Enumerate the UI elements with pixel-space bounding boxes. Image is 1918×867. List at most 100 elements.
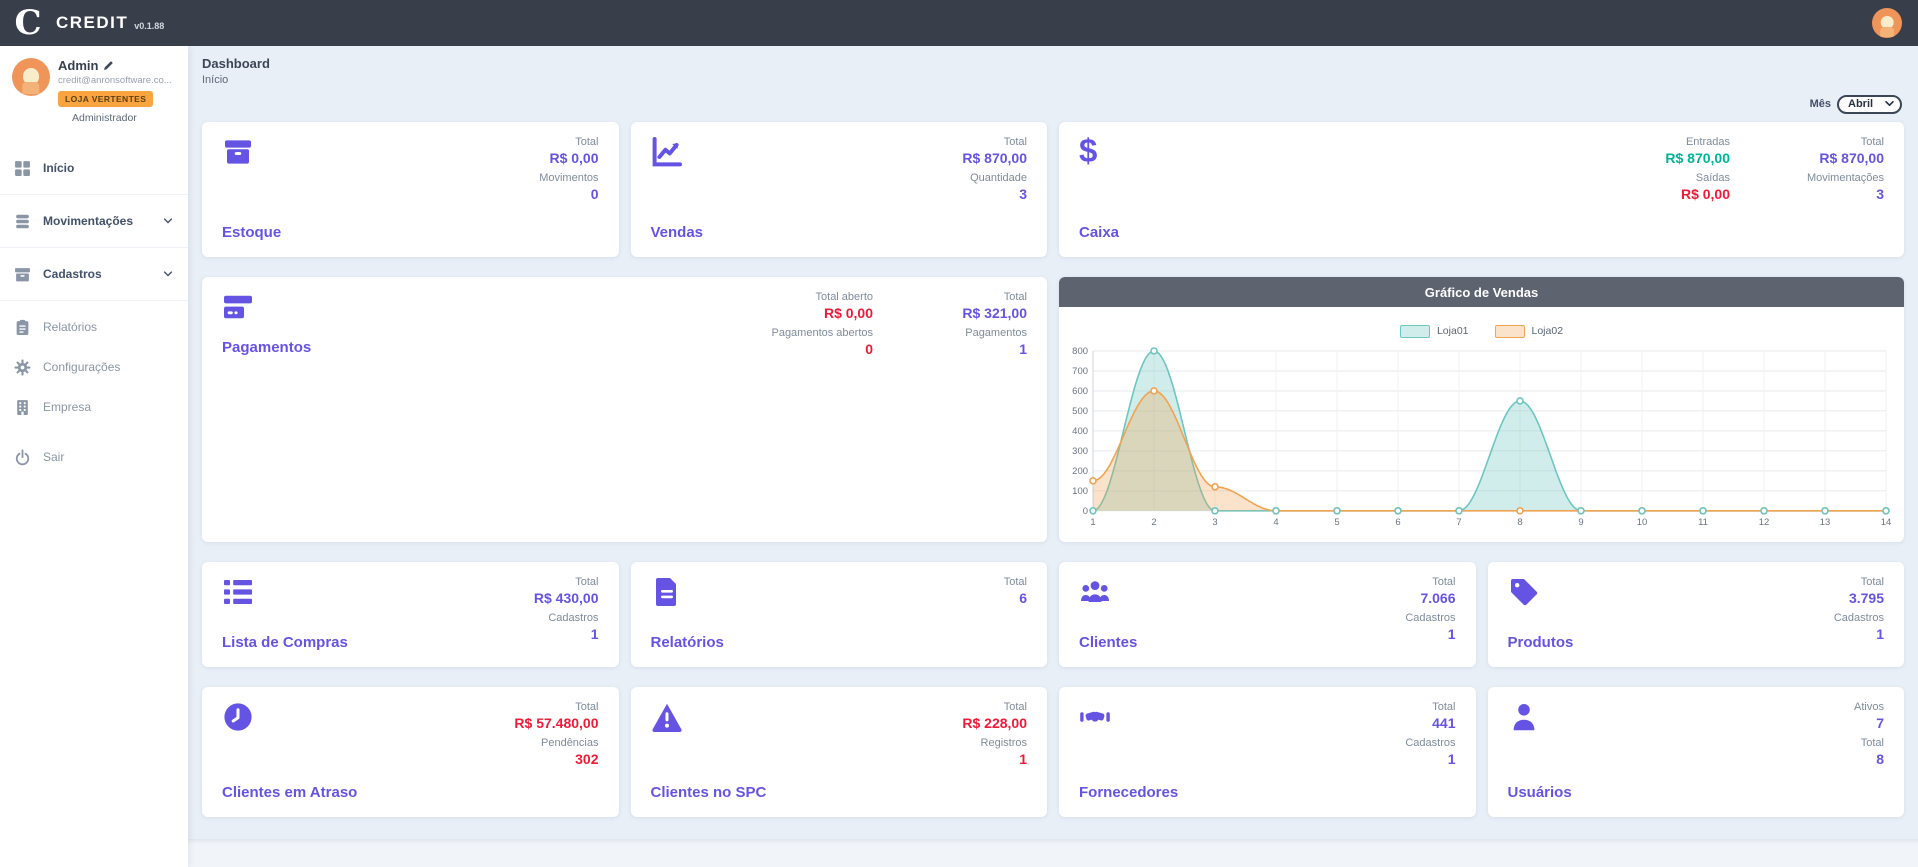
document-icon xyxy=(651,576,691,610)
breadcrumb-block: Dashboard Início xyxy=(188,46,1918,86)
sidebar-item-label: Sair xyxy=(43,450,64,464)
user-avatar[interactable] xyxy=(1872,8,1902,38)
clipboard-icon xyxy=(14,319,31,336)
card-vendas[interactable]: Vendas Total R$ 870,00 Quantidade 3 xyxy=(631,122,1048,257)
svg-text:800: 800 xyxy=(1072,346,1088,357)
app-logo: C xyxy=(0,0,56,46)
card-title: Relatórios xyxy=(651,634,1028,651)
card-stats: Total 441 Cadastros 1 xyxy=(1366,699,1456,773)
clock-icon xyxy=(222,701,262,735)
svg-text:3: 3 xyxy=(1212,517,1217,528)
card-lista-compras[interactable]: Lista de Compras Total R$ 430,00 Cadastr… xyxy=(202,562,619,667)
svg-text:300: 300 xyxy=(1072,446,1088,457)
sidebar-item-relatorios[interactable]: Relatórios xyxy=(0,307,188,347)
profile-email: credit@anronsoftware.co... xyxy=(58,75,172,86)
box-icon xyxy=(222,136,262,170)
svg-text:200: 200 xyxy=(1072,466,1088,477)
card-stats: Total R$ 228,00 Registros 1 xyxy=(937,699,1027,773)
svg-text:400: 400 xyxy=(1072,426,1088,437)
card-relatorios[interactable]: Relatórios Total 6 xyxy=(631,562,1048,667)
svg-text:4: 4 xyxy=(1273,517,1278,528)
svg-text:12: 12 xyxy=(1759,517,1770,528)
sidebar-item-empresa[interactable]: Empresa xyxy=(0,387,188,427)
card-clientes-atraso[interactable]: Clientes em Atraso Total R$ 57.480,00 Pe… xyxy=(202,687,619,817)
month-select[interactable]: Abril xyxy=(1837,95,1902,114)
card-produtos[interactable]: Produtos Total 3.795 Cadastros 1 xyxy=(1488,562,1905,667)
svg-text:7: 7 xyxy=(1456,517,1461,528)
sidebar-item-sair[interactable]: Sair xyxy=(0,437,188,477)
chart-title: Gráfico de Vendas xyxy=(1059,277,1904,307)
sidebar-item-label: Cadastros xyxy=(43,267,102,281)
profile-avatar[interactable] xyxy=(12,58,50,96)
chevron-down-icon[interactable] xyxy=(162,215,174,227)
card-stats: Total 7.066 Cadastros 1 xyxy=(1366,574,1456,648)
card-estoque[interactable]: Estoque Total R$ 0,00 Movimentos 0 xyxy=(202,122,619,257)
profile-info: Admin credit@anronsoftware.co... LOJA VE… xyxy=(58,58,172,124)
svg-text:2: 2 xyxy=(1151,517,1156,528)
card-stats: Total 3.795 Cadastros 1 xyxy=(1794,574,1884,648)
user-icon xyxy=(1508,701,1548,735)
users-icon xyxy=(1079,576,1119,610)
profile-block: Admin credit@anronsoftware.co... LOJA VE… xyxy=(0,46,188,134)
sidebar-nav: Início Movimentações Cadastros xyxy=(0,148,188,477)
chart-legend: Loja01 Loja02 xyxy=(1059,323,1904,339)
dashboard-grid: Estoque Total R$ 0,00 Movimentos 0 Venda… xyxy=(188,122,1918,817)
footer xyxy=(188,839,1918,867)
sidebar-item-label: Relatórios xyxy=(43,320,97,334)
layers-icon xyxy=(14,213,31,230)
card-usuarios[interactable]: Usuários Ativos 7 Total 8 xyxy=(1488,687,1905,817)
main-content: Dashboard Início Mês Abril Estoque Total… xyxy=(188,46,1918,867)
legend-item[interactable]: Loja01 xyxy=(1400,323,1469,339)
card-stats: Total R$ 870,00 Movimentações 3 xyxy=(1794,134,1884,208)
legend-label: Loja02 xyxy=(1532,325,1564,337)
handshake-icon xyxy=(1079,701,1119,735)
sidebar-item-inicio[interactable]: Início xyxy=(0,148,188,188)
spacer xyxy=(0,427,188,437)
divider xyxy=(0,247,188,248)
building-icon xyxy=(14,399,31,416)
profile-role: Administrador xyxy=(58,112,172,124)
brand-name: CREDIT xyxy=(56,13,128,33)
card-stats: Entradas R$ 870,00 Saídas R$ 0,00 xyxy=(1640,134,1730,208)
sidebar-item-cadastros[interactable]: Cadastros xyxy=(0,254,188,294)
svg-text:700: 700 xyxy=(1072,366,1088,377)
card-clientes[interactable]: Clientes Total 7.066 Cadastros 1 xyxy=(1059,562,1476,667)
sidebar-item-movimentacoes[interactable]: Movimentações xyxy=(0,201,188,241)
avatar-body xyxy=(1880,27,1894,37)
tag-icon xyxy=(1508,576,1548,610)
dollar-icon: $ xyxy=(1079,136,1119,170)
avatar-body xyxy=(22,82,39,95)
card-grafico-vendas: Gráfico de Vendas Loja01Loja02 010020030… xyxy=(1059,277,1904,542)
card-stats: Total R$ 0,00 Movimentos 0 xyxy=(509,134,599,208)
power-icon xyxy=(14,449,31,466)
warning-triangle-icon xyxy=(651,701,691,735)
card-title: Vendas xyxy=(651,224,1028,241)
card-fornecedores[interactable]: Fornecedores Total 441 Cadastros 1 xyxy=(1059,687,1476,817)
legend-item[interactable]: Loja02 xyxy=(1495,323,1564,339)
svg-text:6: 6 xyxy=(1395,517,1400,528)
grid-icon xyxy=(14,160,31,177)
card-pagamentos[interactable]: Pagamentos Total aberto R$ 0,00 Pagament… xyxy=(202,277,1047,542)
card-title: Fornecedores xyxy=(1079,784,1456,801)
breadcrumb[interactable]: Início xyxy=(202,74,1904,86)
card-stats: Total R$ 870,00 Quantidade 3 xyxy=(937,134,1027,208)
legend-swatch xyxy=(1400,325,1430,338)
card-title: Estoque xyxy=(222,224,599,241)
month-select-wrap: Abril xyxy=(1837,94,1902,114)
chevron-down-icon[interactable] xyxy=(162,268,174,280)
list-icon xyxy=(222,576,262,610)
card-clientes-spc[interactable]: Clientes no SPC Total R$ 228,00 Registro… xyxy=(631,687,1048,817)
svg-text:100: 100 xyxy=(1072,486,1088,497)
sidebar: Admin credit@anronsoftware.co... LOJA VE… xyxy=(0,46,188,867)
archive-icon xyxy=(14,266,31,283)
card-title: Usuários xyxy=(1508,784,1885,801)
card-caixa[interactable]: $ Caixa Entradas R$ 870,00 Saídas R$ 0,0… xyxy=(1059,122,1904,257)
sidebar-item-label: Movimentações xyxy=(43,214,133,228)
card-stats: Ativos 7 Total 8 xyxy=(1794,699,1884,773)
svg-text:600: 600 xyxy=(1072,386,1088,397)
sidebar-item-configuracoes[interactable]: Configurações xyxy=(0,347,188,387)
app-header: C CREDIT v0.1.88 xyxy=(0,0,1918,46)
card-stats: Total R$ 57.480,00 Pendências 302 xyxy=(509,699,599,773)
credit-card-icon xyxy=(222,291,262,325)
edit-pencil-icon[interactable] xyxy=(103,60,114,71)
